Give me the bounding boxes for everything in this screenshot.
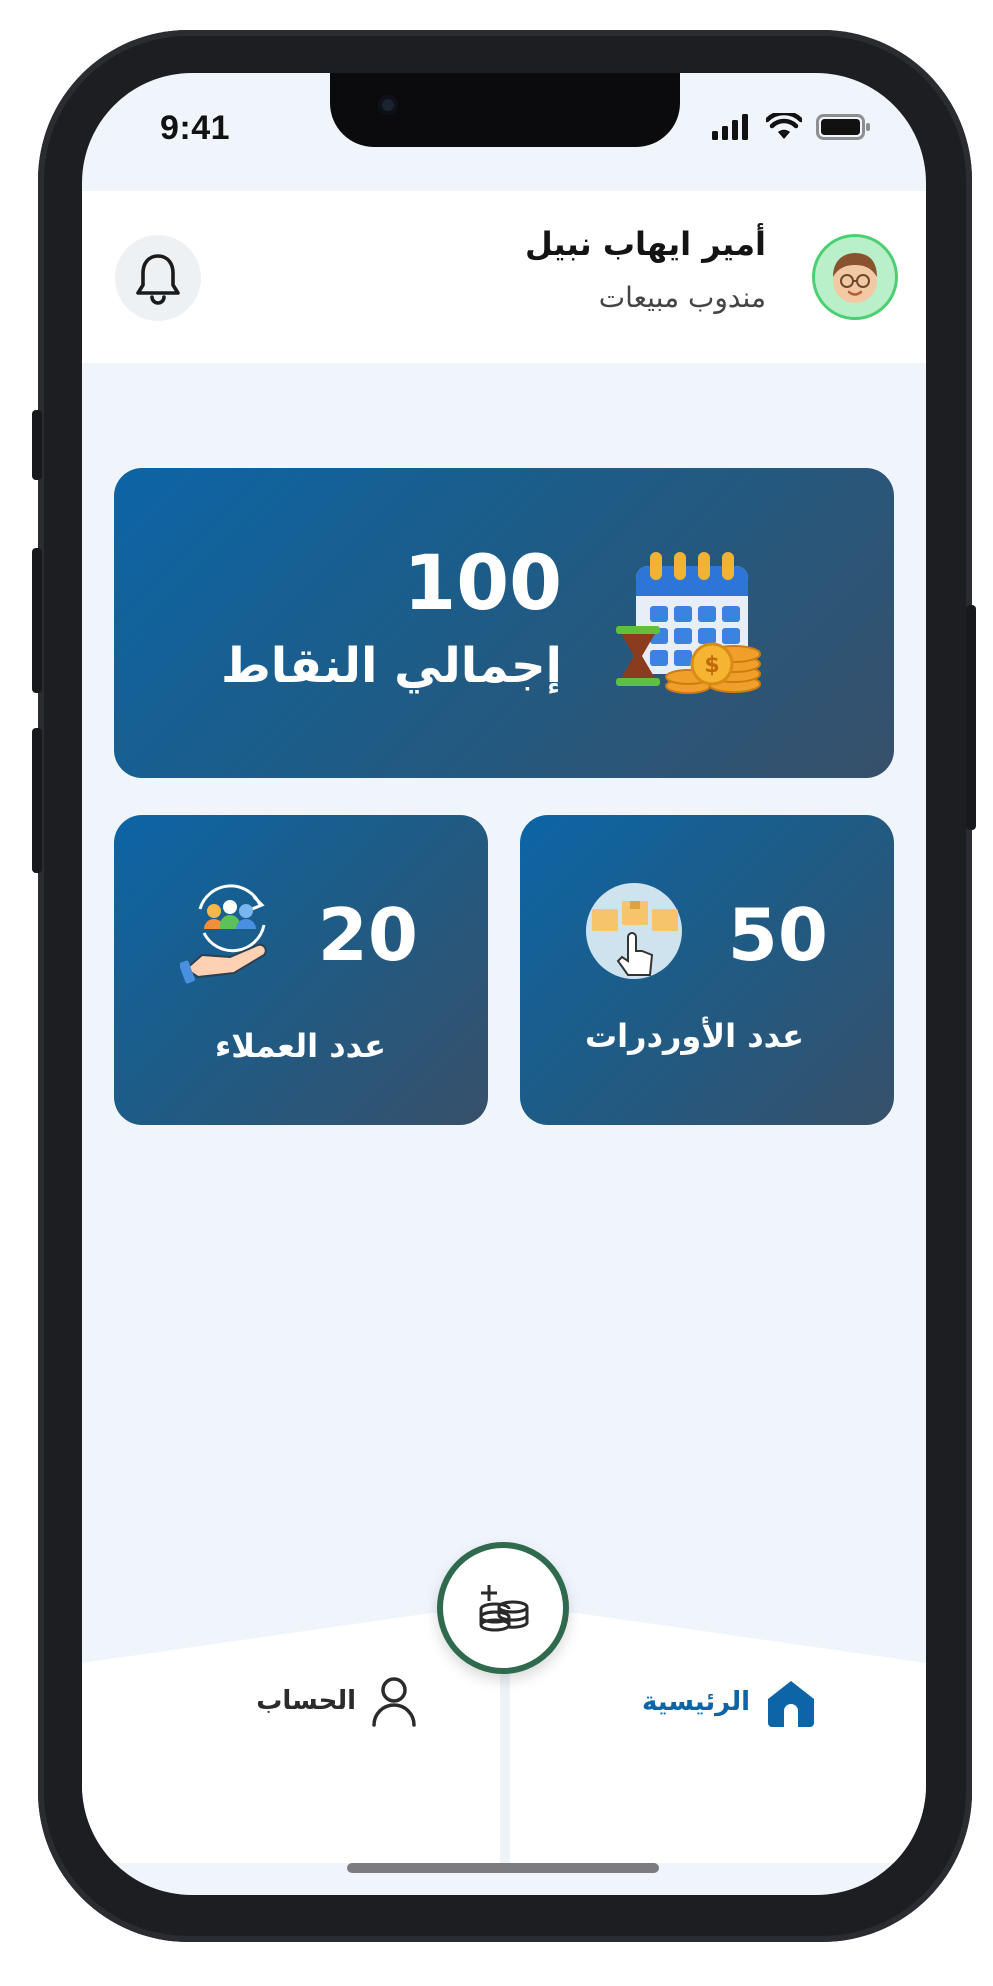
bell-icon	[136, 254, 180, 305]
wifi-icon	[766, 113, 802, 139]
battery-icon	[816, 114, 870, 140]
user-icon	[372, 1677, 416, 1727]
volume-down-button	[32, 728, 42, 873]
nav-home-label: الرئيسية	[641, 1687, 750, 1717]
camera	[378, 95, 398, 115]
nav-account[interactable]: الحساب	[256, 1675, 418, 1727]
status-time: 9:41	[160, 109, 231, 147]
orders-label: عدد الأوردرات	[585, 1017, 804, 1055]
coins-add-icon	[479, 1585, 529, 1632]
svg-text:$: $	[704, 653, 719, 678]
home-icon	[768, 1681, 814, 1727]
customers-card[interactable]: 20 عدد العملاء	[114, 815, 488, 1125]
volume-up-button	[32, 548, 42, 693]
customers-hand-icon	[180, 884, 267, 984]
avatar-face-icon	[833, 253, 877, 303]
calendar-coins-icon: $	[616, 552, 761, 694]
user-name: أمير ايهاب نبيل	[524, 225, 766, 263]
total-points-card[interactable]: 100 إجمالي النقاط $	[114, 468, 894, 778]
screen: 9:41 أمير ايهاب نبيل مندوب مبيعات 100 إج…	[82, 73, 926, 1895]
total-points-label: إجمالي النقاط	[220, 638, 562, 694]
status-icons	[712, 113, 872, 141]
home-indicator	[347, 1863, 659, 1873]
notifications-button[interactable]	[115, 235, 201, 321]
power-button	[966, 605, 976, 830]
signal-icon	[712, 114, 748, 140]
mute-switch	[32, 410, 42, 480]
add-points-button[interactable]	[437, 1542, 569, 1674]
total-points-value: 100	[403, 538, 562, 627]
customers-label: عدد العملاء	[214, 1027, 386, 1065]
user-role: مندوب مبيعات	[598, 281, 766, 314]
nav-account-label: الحساب	[256, 1686, 356, 1716]
header: أمير ايهاب نبيل مندوب مبيعات	[82, 191, 926, 363]
notch	[330, 73, 680, 147]
orders-value: 50	[727, 893, 828, 977]
customers-value: 20	[317, 893, 418, 977]
avatar[interactable]	[812, 234, 898, 320]
boxes-tap-icon	[586, 883, 682, 979]
orders-card[interactable]: 50 عدد الأوردرات	[520, 815, 894, 1125]
nav-home[interactable]: الرئيسية	[642, 1675, 818, 1729]
